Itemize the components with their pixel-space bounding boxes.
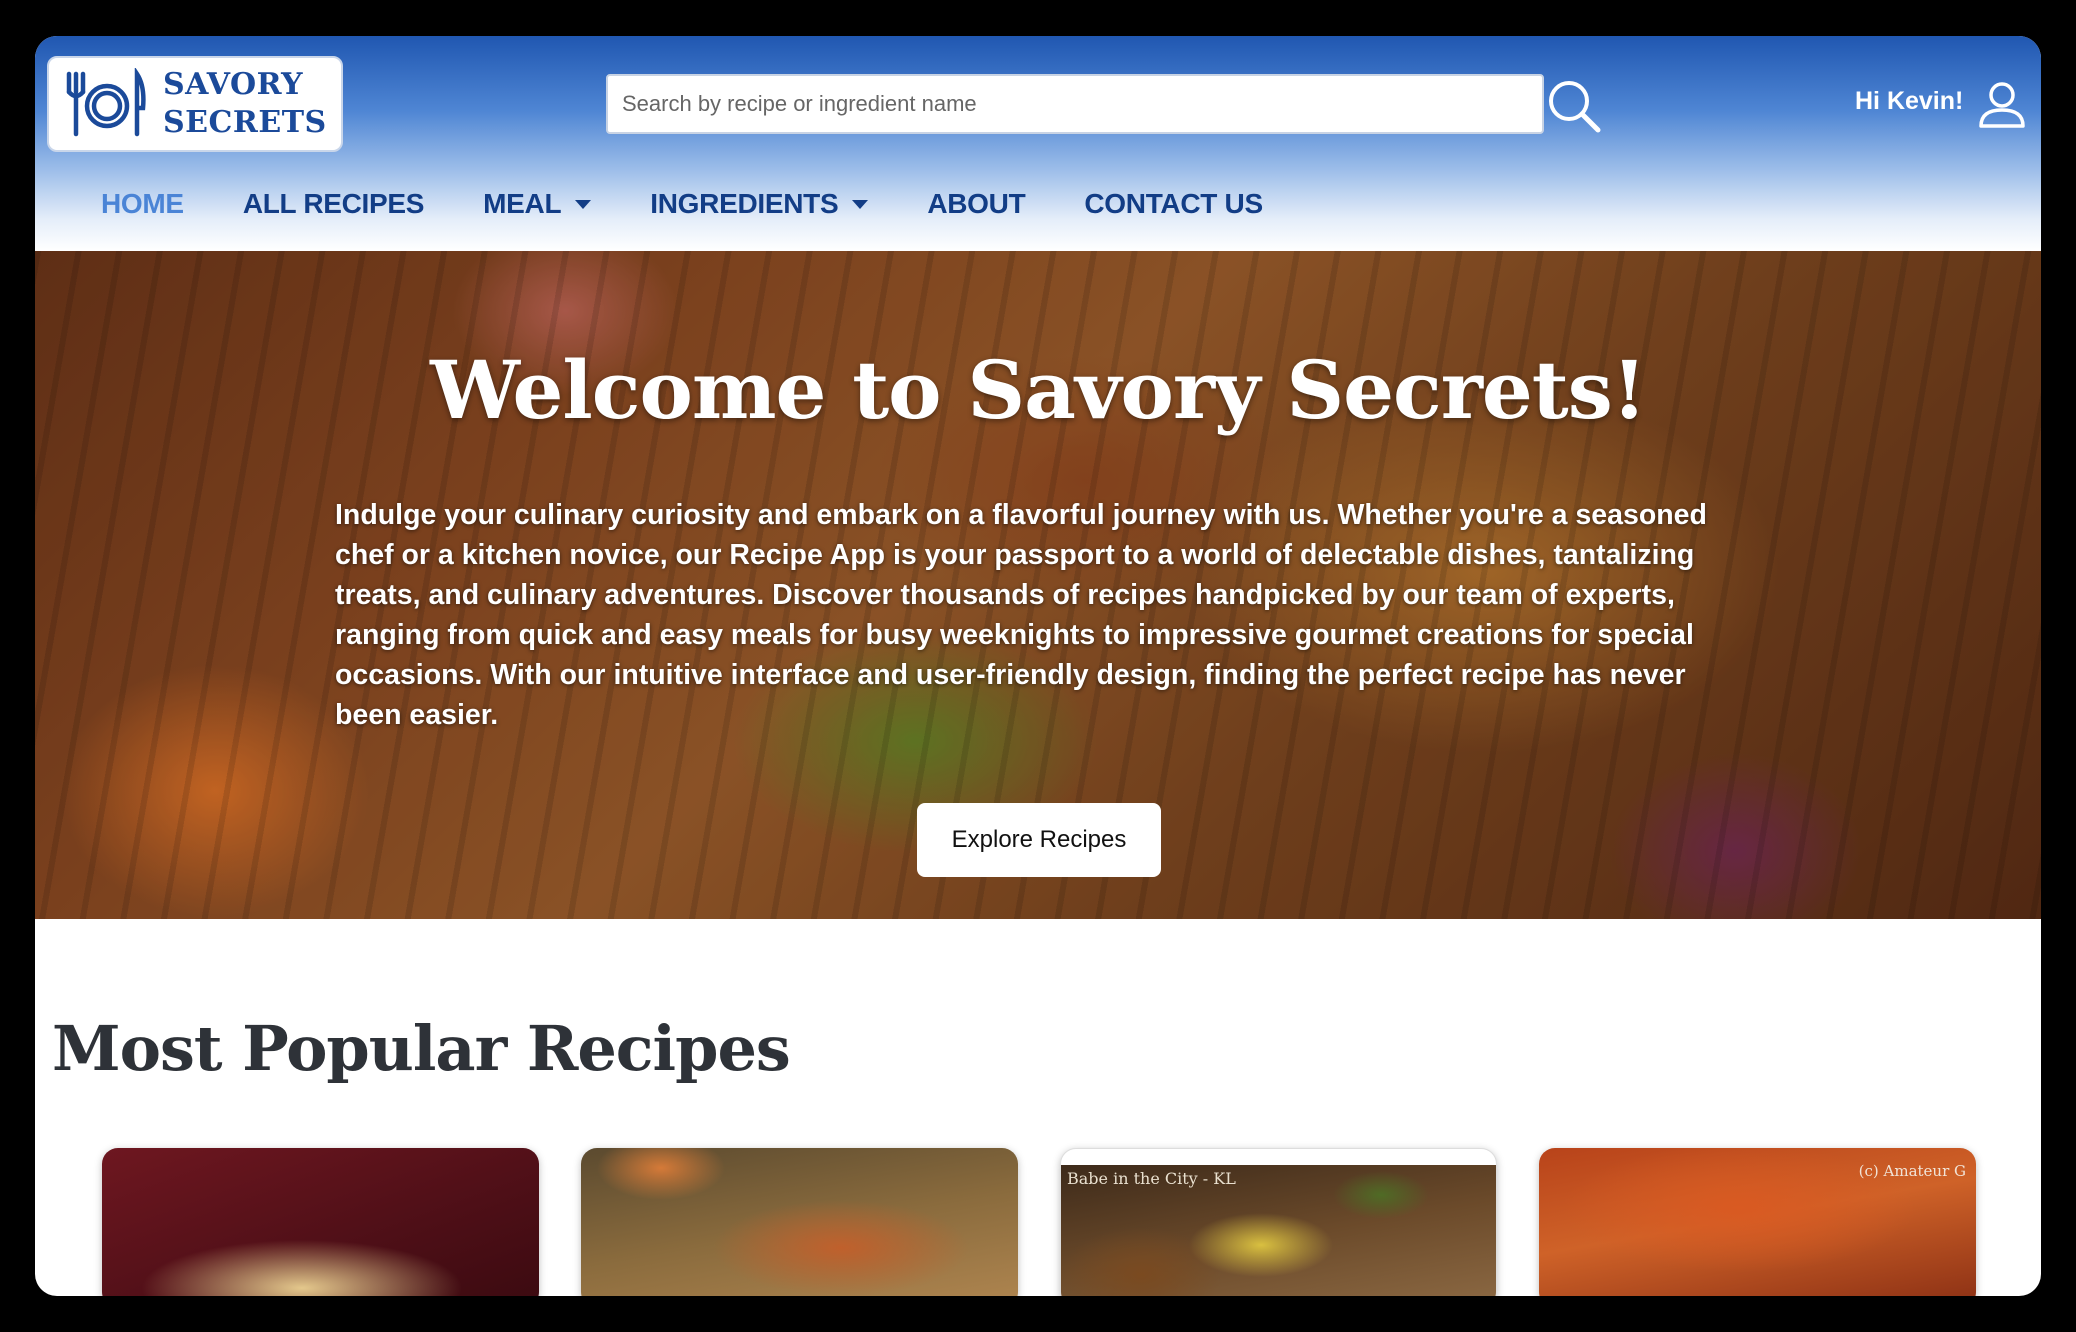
hero-description: Indulge your culinary curiosity and emba… — [335, 499, 1707, 731]
nav-item-home[interactable]: HOME — [101, 188, 184, 220]
hero-title: Welcome to Savory Secrets! — [430, 343, 1647, 437]
nav-item-ingredients-dropdown[interactable]: INGREDIENTS — [650, 188, 869, 220]
nav-item-about[interactable]: ABOUT — [927, 188, 1025, 220]
search-icon — [1549, 80, 1601, 132]
nav-item-label: ABOUT — [927, 188, 1026, 219]
main-nav: HOME ALL RECIPES MEAL INGREDIENTS ABOUT … — [101, 184, 1322, 224]
recipe-card[interactable] — [581, 1148, 1018, 1296]
section-title-popular-recipes: Most Popular Recipes — [52, 1012, 791, 1085]
hero-banner: Welcome to Savory Secrets! Indulge your … — [35, 251, 2041, 919]
recipe-card[interactable] — [102, 1148, 539, 1296]
nav-item-label: MEAL — [483, 188, 562, 219]
search-button[interactable] — [1543, 74, 1607, 138]
user-account-button[interactable] — [1977, 80, 2027, 130]
image-watermark: Babe in the City - KL — [1067, 1169, 1236, 1188]
logo-text: SAVORY SECRETS — [163, 66, 327, 142]
nav-item-label: HOME — [101, 188, 184, 219]
search-input[interactable] — [606, 74, 1544, 134]
logo-line-1: SAVORY — [163, 67, 304, 102]
nav-item-label: INGREDIENTS — [650, 188, 839, 219]
nav-item-all-recipes[interactable]: ALL RECIPES — [242, 188, 425, 220]
nav-item-meal-dropdown[interactable]: MEAL — [483, 188, 592, 220]
recipe-card[interactable]: Babe in the City - KL — [1060, 1148, 1497, 1296]
caret-down-icon — [575, 199, 592, 209]
recipe-card[interactable]: (c) Amateur G — [1539, 1148, 1976, 1296]
user-greeting: Hi Kevin! — [1855, 87, 1964, 115]
user-icon — [1979, 82, 2025, 128]
explore-recipes-button[interactable]: Explore Recipes — [917, 803, 1161, 877]
nav-item-contact-us[interactable]: CONTACT US — [1084, 188, 1263, 220]
nav-item-label: ALL RECIPES — [242, 188, 425, 219]
caret-down-icon — [852, 199, 869, 209]
site-header: SAVORY SECRETS Hi Kevin! HOME ALL RECIPE… — [35, 36, 2041, 251]
plate-fork-knife-icon — [66, 68, 146, 137]
image-watermark: (c) Amateur G — [1858, 1162, 1966, 1180]
logo-line-2: SECRETS — [163, 105, 327, 140]
nav-item-label: CONTACT US — [1084, 188, 1263, 219]
site-logo[interactable]: SAVORY SECRETS — [47, 56, 343, 152]
browser-viewport: SAVORY SECRETS Hi Kevin! HOME ALL RECIPE… — [35, 36, 2041, 1296]
